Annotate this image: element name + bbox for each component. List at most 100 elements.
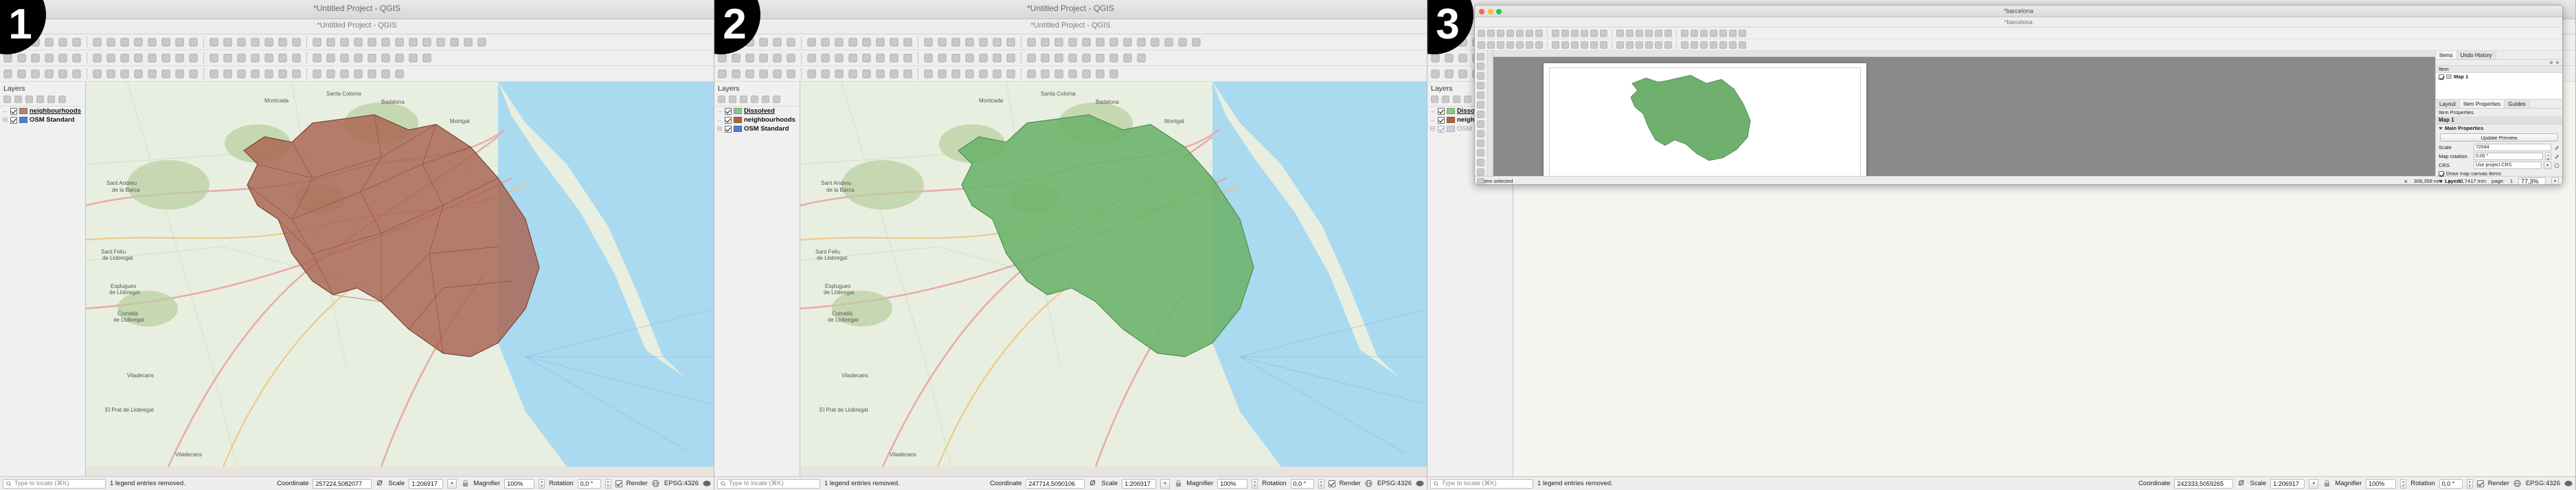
globe-crs-icon[interactable] <box>2513 480 2522 488</box>
scale-dropdown-icon[interactable]: ▾ <box>1160 478 1171 489</box>
toolbar-row-2[interactable] <box>0 50 714 66</box>
toolbar-button-13[interactable] <box>888 67 901 80</box>
globe-crs-icon[interactable] <box>652 480 660 488</box>
designer-toolbar-button-18[interactable] <box>1654 29 1663 38</box>
designer-toolbar-button-10[interactable] <box>1570 29 1579 38</box>
rotation-stepper[interactable]: ▴ ▾ <box>605 478 611 489</box>
toolbar-button-20[interactable] <box>276 67 289 80</box>
open-attribute-table-icon[interactable] <box>1441 95 1450 104</box>
crs-dropdown-icon[interactable]: ▾ <box>2544 162 2551 169</box>
add-html-icon[interactable] <box>1476 177 1485 184</box>
toolbar-button-24[interactable] <box>338 52 351 65</box>
tab-item-properties[interactable]: Item Properties <box>2460 100 2505 108</box>
toolbar-button-26[interactable] <box>1080 67 1093 80</box>
toolbar-button-29[interactable] <box>407 36 420 49</box>
add-legend-icon[interactable] <box>1476 129 1485 138</box>
toolbar-button-21[interactable] <box>290 36 303 49</box>
layer-item-osm[interactable]: ⊟ OSM Standard <box>0 115 85 124</box>
toolbar-button-7[interactable] <box>91 36 104 49</box>
designer-toolbar-1[interactable] <box>1475 27 2562 39</box>
toolbar-button-22[interactable] <box>310 67 324 80</box>
crs-picker-icon[interactable] <box>2553 162 2560 168</box>
toolbar-button-17[interactable] <box>949 67 962 80</box>
toolbar-button-26[interactable] <box>365 36 379 49</box>
toolbar-button-19[interactable] <box>262 67 275 80</box>
designer-toolbar-button-17[interactable] <box>1645 29 1653 38</box>
toolbar-button-5[interactable] <box>56 52 69 65</box>
toolbar-button-7[interactable] <box>805 67 818 80</box>
crs-value[interactable]: EPSG:4326 <box>2526 480 2560 487</box>
designer-toolbar-button-25[interactable] <box>1728 29 1737 38</box>
toolbar-button-26[interactable] <box>1080 52 1093 65</box>
toolbar-button-24[interactable] <box>1052 52 1065 65</box>
tab-guides[interactable]: Guides <box>2505 100 2530 108</box>
toolbar-button-14[interactable] <box>187 67 200 80</box>
toolbar-button-3[interactable] <box>743 52 756 65</box>
toolbar-button-29[interactable] <box>1121 36 1134 49</box>
designer-toolbar-button-3[interactable] <box>1496 29 1505 38</box>
toolbar-button-11[interactable] <box>860 52 873 65</box>
update-preview-button[interactable]: Update Preview <box>2440 133 2558 142</box>
layer-item-neighbourhoods[interactable]: – neighbourhoods <box>0 107 85 115</box>
toolbar-button-16[interactable] <box>221 36 234 49</box>
item-visibility-checkbox[interactable] <box>2439 74 2444 80</box>
toolbar-button-15[interactable] <box>922 36 935 49</box>
toolbar-row-3[interactable] <box>0 66 714 82</box>
toolbar-button-1[interactable] <box>1 67 14 80</box>
designer-toolbar-2[interactable] <box>1475 39 2562 51</box>
style-manager-icon[interactable] <box>717 95 726 104</box>
magnifier-value[interactable]: 100% <box>504 478 535 489</box>
scale-dropdown-icon[interactable]: ▾ <box>2309 478 2319 489</box>
designer-toolbar-button-19[interactable] <box>1664 29 1673 38</box>
scale-dropdown-icon[interactable]: ▾ <box>447 478 457 489</box>
layers-dock-toolbar[interactable] <box>0 94 85 107</box>
toolbar-button-10[interactable] <box>132 52 145 65</box>
map-rotation-input[interactable]: 0,00 ° <box>2474 153 2543 160</box>
toolbar-button-22[interactable] <box>1025 52 1038 65</box>
toolbar-button-19[interactable] <box>262 36 275 49</box>
layers-dock-toolbar[interactable] <box>714 94 800 107</box>
toolbar-button-27[interactable] <box>1094 52 1107 65</box>
chevron-down-icon[interactable] <box>2439 126 2443 130</box>
designer-toolbar-button-9[interactable] <box>1561 29 1570 38</box>
toolbar-button-25[interactable] <box>352 67 365 80</box>
toolbar-button-9[interactable] <box>833 52 846 65</box>
layers-tree[interactable]: – Dissolved – neighbourhoods ⊟ <box>714 107 800 133</box>
toolbar-button-8[interactable] <box>819 52 832 65</box>
toolbar-button-19[interactable] <box>977 52 990 65</box>
lock-scale-icon[interactable] <box>1174 480 1182 488</box>
toolbar-button-9[interactable] <box>118 67 131 80</box>
toolbar-button-10[interactable] <box>846 52 859 65</box>
toolbar-button-16[interactable] <box>936 36 949 49</box>
filter-legend-icon[interactable] <box>25 95 34 104</box>
toolbar-button-3[interactable] <box>743 67 756 80</box>
toolbar-button-2[interactable] <box>1443 67 1456 80</box>
toolbar-button-13[interactable] <box>173 52 186 65</box>
toolbar-button-4[interactable] <box>43 36 56 49</box>
toolbar-button-27[interactable] <box>379 36 392 49</box>
open-attribute-table-icon[interactable] <box>728 95 737 104</box>
toolbar-button-30[interactable] <box>1135 36 1148 49</box>
toolbar-button-12[interactable] <box>159 52 172 65</box>
toolbar-button-7[interactable] <box>91 67 104 80</box>
designer-toolbar-button-4[interactable] <box>1506 41 1515 49</box>
designer-toolbar-button-14[interactable] <box>1616 41 1625 49</box>
toolbar-button-5[interactable] <box>771 52 784 65</box>
toolbar-button-7[interactable] <box>805 36 818 49</box>
toolbar-button-32[interactable] <box>1162 36 1175 49</box>
add-label-icon[interactable] <box>1476 120 1485 129</box>
magnifier-value[interactable]: 100% <box>2366 478 2397 489</box>
toolbar-button-23[interactable] <box>324 67 337 80</box>
crs-select[interactable]: Use project CRS <box>2474 162 2542 169</box>
toolbar-button-12[interactable] <box>159 67 172 80</box>
toolbar-button-11[interactable] <box>860 36 873 49</box>
designer-toolbar-button-5[interactable] <box>1515 41 1524 49</box>
toolbar-button-9[interactable] <box>833 36 846 49</box>
toolbar-button-23[interactable] <box>324 52 337 65</box>
toolbar-button-25[interactable] <box>1066 36 1079 49</box>
render-checkbox[interactable] <box>2476 480 2484 487</box>
toggle-extents-icon[interactable] <box>376 480 384 488</box>
toolbar-button-18[interactable] <box>963 52 976 65</box>
toolbar-button-14[interactable] <box>187 52 200 65</box>
open-attribute-table-icon[interactable] <box>14 95 23 104</box>
